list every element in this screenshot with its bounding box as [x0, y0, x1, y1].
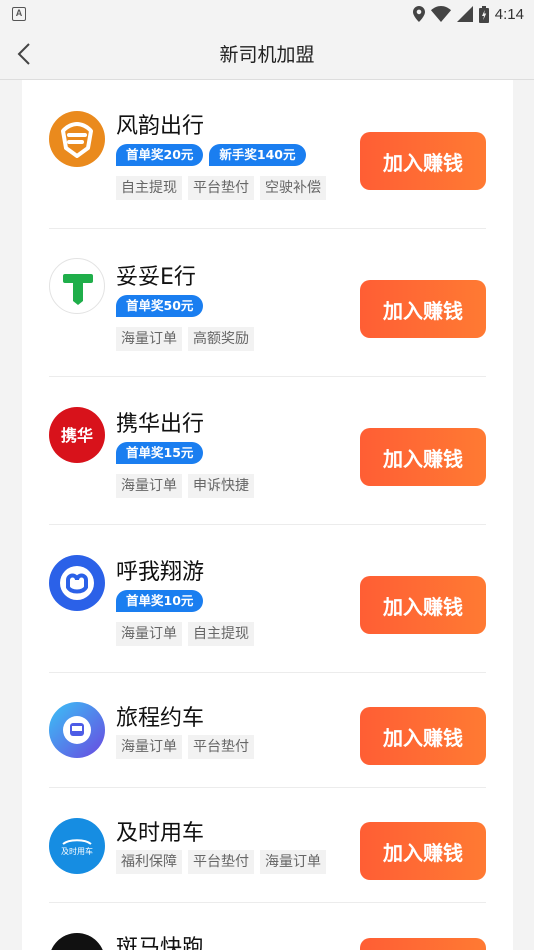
huwo-logo [49, 555, 105, 611]
list-item: 携华 携华出行 首单奖15元 海量订单 申诉快捷 加入赚钱 [49, 377, 486, 525]
join-button[interactable]: 加入赚钱 [360, 822, 486, 880]
platform-name: 旅程约车 [116, 706, 205, 731]
list-item: 风韵出行 首单奖20元 新手奖140元 自主提现 平台垫付 空驶补偿 加入赚钱 [49, 80, 486, 229]
wifi-icon [430, 6, 451, 22]
xiehua-logo: 携华 [49, 407, 105, 463]
platform-name: 及时用车 [116, 821, 205, 846]
list-item: 斑马快跑 加入赚钱 [49, 903, 486, 950]
page-title: 新司机加盟 [219, 44, 315, 66]
jishi-logo: 及时用车 [49, 818, 105, 874]
feature-tag: 海量订单 [116, 327, 182, 351]
join-button[interactable]: 加入赚钱 [360, 576, 486, 634]
svg-text:携华: 携华 [61, 426, 93, 445]
platform-list: 风韵出行 首单奖20元 新手奖140元 自主提现 平台垫付 空驶补偿 加入赚钱 … [22, 80, 513, 950]
feature-tag: 海量订单 [260, 850, 326, 874]
fengyun-logo [49, 111, 105, 167]
location-icon [412, 6, 425, 22]
platform-name: 呼我翔游 [116, 560, 205, 585]
reward-badge: 首单奖50元 [116, 295, 204, 317]
battery-icon [478, 5, 489, 23]
notification-icon: A [12, 7, 26, 21]
status-bar: A 4:14 [0, 0, 534, 28]
list-item: 妥妥E行 首单奖50元 海量订单 高额奖励 加入赚钱 [49, 229, 486, 377]
feature-tag: 高额奖励 [188, 327, 254, 351]
nav-bar: 新司机加盟 [0, 28, 534, 80]
back-button[interactable] [10, 38, 38, 70]
platform-name: 妥妥E行 [116, 265, 196, 290]
list-item: 呼我翔游 首单奖10元 海量订单 自主提现 加入赚钱 [49, 525, 486, 673]
platform-name: 携华出行 [116, 412, 205, 437]
platform-name: 斑马快跑 [116, 936, 205, 950]
reward-badge: 首单奖20元 [116, 144, 204, 166]
feature-tag: 海量订单 [116, 735, 182, 759]
join-button[interactable]: 加入赚钱 [360, 938, 486, 950]
list-item: 及时用车 及时用车 福利保障 平台垫付 海量订单 加入赚钱 [49, 788, 486, 903]
feature-tag: 空驶补偿 [260, 176, 326, 200]
list-item: 旅程约车 海量订单 平台垫付 加入赚钱 [49, 673, 486, 788]
reward-badge: 首单奖15元 [116, 442, 204, 464]
svg-text:及时用车: 及时用车 [61, 846, 93, 856]
feature-tag: 申诉快捷 [188, 474, 254, 498]
feature-tag: 海量订单 [116, 622, 182, 646]
banma-logo [49, 933, 105, 950]
chevron-left-icon [17, 43, 30, 65]
feature-tag: 平台垫付 [188, 850, 254, 874]
feature-tag: 平台垫付 [188, 176, 254, 200]
join-button[interactable]: 加入赚钱 [360, 132, 486, 190]
platform-name: 风韵出行 [116, 114, 205, 139]
signal-icon [456, 6, 473, 22]
clock-time: 4:14 [494, 5, 524, 23]
join-button[interactable]: 加入赚钱 [360, 428, 486, 486]
reward-badge: 首单奖10元 [116, 590, 204, 612]
reward-badge: 新手奖140元 [209, 144, 306, 166]
feature-tag: 平台垫付 [188, 735, 254, 759]
tuotuo-logo [49, 258, 105, 314]
feature-tag: 福利保障 [116, 850, 182, 874]
feature-tag: 自主提现 [188, 622, 254, 646]
feature-tag: 自主提现 [116, 176, 182, 200]
join-button[interactable]: 加入赚钱 [360, 707, 486, 765]
feature-tag: 海量订单 [116, 474, 182, 498]
lvcheng-logo [49, 702, 105, 758]
join-button[interactable]: 加入赚钱 [360, 280, 486, 338]
